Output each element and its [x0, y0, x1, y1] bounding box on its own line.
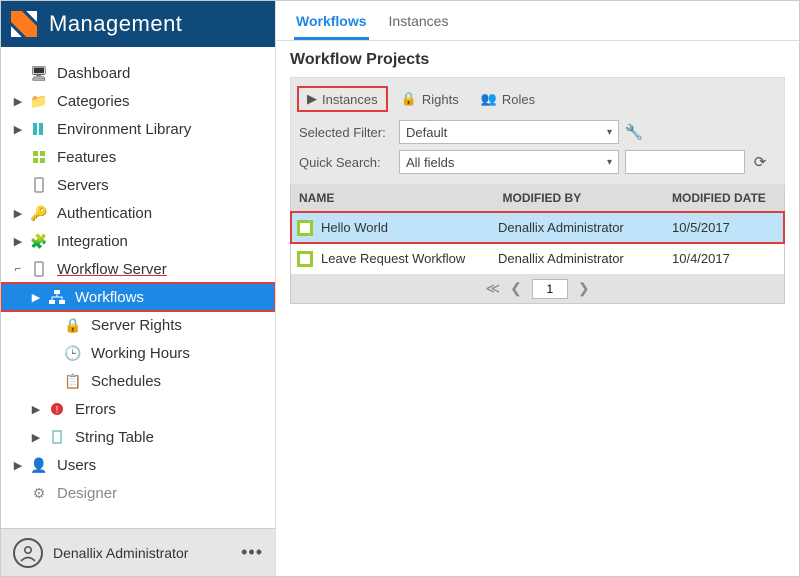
roles-button[interactable]: 👥Roles: [472, 86, 544, 112]
nav-errors[interactable]: ▶!Errors: [1, 395, 275, 423]
tab-instances[interactable]: Instances: [387, 9, 451, 40]
users-icon: 👤: [29, 456, 49, 474]
nav-integration[interactable]: ▶🧩Integration: [1, 227, 275, 255]
server-icon: [29, 176, 49, 194]
nav-workflows[interactable]: ▶Workflows: [1, 283, 275, 311]
chevron-right-icon[interactable]: ▶: [11, 235, 25, 248]
grid-header: NAME MODIFIED BY MODIFIED DATE: [290, 185, 785, 212]
roles-icon: 👥: [481, 91, 497, 107]
nav-environment-library[interactable]: ▶Environment Library: [1, 115, 275, 143]
col-modified-date-header[interactable]: MODIFIED DATE: [664, 185, 784, 211]
toolbar: ▶Instances 🔒Rights 👥Roles Selected Filte…: [290, 77, 785, 185]
server-icon: [29, 260, 49, 278]
page-prev-button[interactable]: ❮: [510, 280, 522, 297]
svg-text:!: !: [56, 405, 59, 416]
folder-icon: 📁: [29, 92, 49, 110]
nav-servers[interactable]: Servers: [1, 171, 275, 199]
chevron-right-icon[interactable]: ▶: [11, 459, 25, 472]
table-row[interactable]: Hello World Denallix Administrator 10/5/…: [291, 212, 784, 243]
current-user: Denallix Administrator: [53, 545, 188, 561]
col-modified-by-header[interactable]: MODIFIED BY: [495, 185, 664, 211]
toolbar-actions: ▶Instances 🔒Rights 👥Roles: [295, 84, 780, 114]
sidebar: Management 🖥Dashboard ▶📁Categories ▶Envi…: [1, 1, 276, 576]
more-icon[interactable]: •••: [241, 542, 263, 563]
wrench-icon[interactable]: 🔧: [625, 123, 643, 141]
nav-features[interactable]: Features: [1, 143, 275, 171]
pager: ≪ ❮ ❯: [290, 274, 785, 304]
nav-workflow-server[interactable]: ⌐Workflow Server: [1, 255, 275, 283]
key-icon: 🔑: [29, 204, 49, 222]
nav-server-rights[interactable]: 🔒Server Rights: [1, 311, 275, 339]
quick-search-row: Quick Search: All fields▾ ⟳: [295, 150, 780, 174]
instances-button[interactable]: ▶Instances: [297, 86, 388, 112]
chevron-down-icon: ▾: [607, 127, 612, 138]
logo-icon: [11, 11, 37, 37]
row-modified-date: 10/4/2017: [664, 251, 784, 266]
content-area: Workflow Projects ▶Instances 🔒Rights 👥Ro…: [276, 41, 799, 314]
chevron-right-icon[interactable]: ▶: [11, 123, 25, 136]
row-name: Hello World: [321, 220, 388, 235]
nav-authentication[interactable]: ▶🔑Authentication: [1, 199, 275, 227]
page-first-button[interactable]: ≪: [485, 280, 500, 297]
chevron-right-icon[interactable]: ▶: [29, 403, 43, 416]
nav-designer[interactable]: ⚙Designer: [1, 479, 275, 507]
selected-filter-label: Selected Filter:: [299, 125, 393, 140]
puzzle-icon: 🧩: [29, 232, 49, 250]
dashboard-icon: 🖥: [29, 64, 49, 82]
tab-bar: Workflows Instances: [276, 1, 799, 41]
app-root: Management 🖥Dashboard ▶📁Categories ▶Envi…: [0, 0, 800, 577]
features-icon: [29, 148, 49, 166]
nav-tree: 🖥Dashboard ▶📁Categories ▶Environment Lib…: [1, 47, 275, 528]
designer-icon: ⚙: [29, 484, 49, 502]
chevron-right-icon[interactable]: ▶: [29, 431, 43, 444]
clock-icon: 🕒: [63, 344, 83, 362]
chevron-right-icon[interactable]: ▶: [29, 291, 43, 304]
sidebar-footer: Denallix Administrator •••: [1, 528, 275, 576]
quick-search-input[interactable]: [625, 150, 745, 174]
workflow-item-icon: [297, 220, 313, 236]
schedule-icon: 📋: [63, 372, 83, 390]
page-number-input[interactable]: [532, 279, 568, 299]
chevron-right-icon[interactable]: ▶: [11, 95, 25, 108]
avatar-icon[interactable]: [13, 538, 43, 568]
chevron-down-icon: ▾: [607, 157, 612, 168]
chevron-right-icon[interactable]: ▶: [11, 207, 25, 220]
nav-string-table[interactable]: ▶String Table: [1, 423, 275, 451]
expanded-icon[interactable]: ⌐: [11, 263, 25, 275]
lock-icon: 🔒: [63, 316, 83, 334]
nav-schedules[interactable]: 📋Schedules: [1, 367, 275, 395]
nav-dashboard[interactable]: 🖥Dashboard: [1, 59, 275, 87]
nav-users[interactable]: ▶👤Users: [1, 451, 275, 479]
library-icon: [29, 120, 49, 138]
col-name-header[interactable]: NAME: [291, 185, 495, 211]
error-icon: !: [47, 400, 67, 418]
table-row[interactable]: Leave Request Workflow Denallix Administ…: [291, 243, 784, 274]
sidebar-title: Management: [49, 11, 182, 37]
nav-categories[interactable]: ▶📁Categories: [1, 87, 275, 115]
filter-row: Selected Filter: Default▾ 🔧: [295, 120, 780, 144]
selected-filter-select[interactable]: Default▾: [399, 120, 619, 144]
row-modified-by: Denallix Administrator: [490, 251, 664, 266]
workflows-icon: [47, 288, 67, 306]
instances-icon: ▶: [307, 91, 317, 107]
page-next-button[interactable]: ❯: [578, 280, 590, 297]
row-modified-by: Denallix Administrator: [490, 220, 664, 235]
rights-button[interactable]: 🔒Rights: [392, 86, 468, 112]
string-icon: [47, 428, 67, 446]
sidebar-header: Management: [1, 1, 275, 47]
lock-icon: 🔒: [401, 91, 417, 107]
refresh-icon[interactable]: ⟳: [751, 153, 769, 171]
row-name: Leave Request Workflow: [321, 251, 465, 266]
quick-search-field-select[interactable]: All fields▾: [399, 150, 619, 174]
workflow-item-icon: [297, 251, 313, 267]
main-panel: Workflows Instances Workflow Projects ▶I…: [276, 1, 799, 576]
tab-workflows[interactable]: Workflows: [294, 9, 369, 40]
grid-body: Hello World Denallix Administrator 10/5/…: [290, 212, 785, 274]
page-title: Workflow Projects: [290, 51, 785, 69]
quick-search-label: Quick Search:: [299, 155, 393, 170]
nav-working-hours[interactable]: 🕒Working Hours: [1, 339, 275, 367]
row-modified-date: 10/5/2017: [664, 220, 784, 235]
